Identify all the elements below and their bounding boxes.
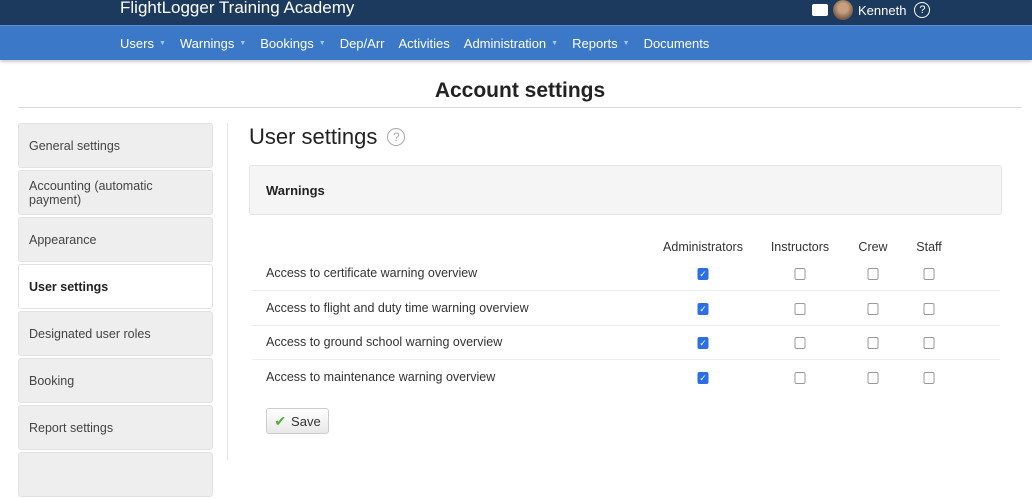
checkbox-staff[interactable] (923, 302, 935, 315)
warnings-panel-header: Warnings (249, 165, 1002, 215)
caret-down-icon: ▼ (551, 39, 559, 47)
checkbox-crew[interactable] (867, 371, 879, 384)
section-title: User settings? (249, 124, 406, 150)
caret-down-icon: ▼ (318, 39, 326, 47)
nav-label: Administration (463, 35, 547, 51)
nav-item-bookings[interactable]: Bookings ▼ (260, 36, 325, 51)
table-row: Access to ground school warning overview… (252, 326, 1000, 360)
help-icon[interactable]: ? (914, 2, 931, 18)
table-row: Access to maintenance warning overview ✓ (252, 361, 1000, 395)
nav-item-activities[interactable]: Activities (398, 36, 449, 51)
sidebar-item-report-settings[interactable]: Report settings (18, 405, 213, 450)
checkbox-crew[interactable] (867, 268, 879, 280)
caret-down-icon: ▼ (158, 39, 166, 47)
permission-label: Access to ground school warning overview (266, 335, 503, 349)
mail-icon[interactable] (812, 4, 828, 16)
sidebar-item-general-settings[interactable]: General settings (18, 123, 213, 168)
table-row: Access to flight and duty time warning o… (252, 292, 1000, 326)
table-row: Access to certificate warning overview ✓ (252, 257, 1000, 291)
avatar[interactable] (833, 0, 853, 20)
column-header: Crew (858, 240, 888, 254)
main-nav: Users ▼ Warnings ▼ Bookings ▼ Dep/Arr Activitie… (0, 25, 1032, 60)
nav-item-warnings[interactable]: Warnings ▼ (180, 36, 246, 51)
top-bar: FlightLogger Training Academy Kenneth ? (0, 0, 1032, 25)
sidebar-item-accounting-automatic-payment-[interactable]: Accounting (automatic payment) (18, 170, 213, 215)
permission-label: Access to flight and duty time warning o… (266, 300, 529, 315)
user-area: Kenneth ? (812, 0, 931, 20)
caret-down-icon: ▼ (622, 39, 630, 47)
checkbox-instructors[interactable] (794, 268, 806, 280)
user-name[interactable]: Kenneth (858, 3, 906, 18)
nav-label: Users (120, 35, 154, 51)
help-icon[interactable]: ? (387, 128, 406, 146)
caret-down-icon: ▼ (239, 39, 247, 47)
nav-item-administration[interactable]: Administration ▼ (464, 36, 558, 51)
sidebar: General settings Accounting (automatic pa… (18, 123, 213, 499)
checkbox-administrators[interactable]: ✓ (697, 268, 709, 280)
section-title-text: User settings (249, 124, 378, 149)
column-header: Instructors (770, 240, 830, 254)
save-label: Save (291, 413, 321, 429)
divider (227, 123, 228, 460)
nav-label: Reports (572, 35, 618, 51)
sidebar-item-booking[interactable]: Booking (18, 358, 213, 403)
permission-label: Access to maintenance warning overview (266, 369, 496, 384)
divider (18, 107, 1022, 108)
column-header: Staff (916, 240, 942, 254)
checkbox-administrators[interactable]: ✓ (697, 302, 709, 315)
column-header: Administrators (663, 240, 743, 254)
checkbox-administrators[interactable]: ✓ (697, 371, 709, 384)
nav-label: Activities (398, 35, 450, 51)
checkbox-instructors[interactable] (794, 371, 806, 384)
page-title: Account settings (434, 79, 606, 102)
nav-label: Warnings (179, 35, 235, 51)
checkbox-staff[interactable] (923, 371, 935, 384)
sidebar-item-designated-user-roles[interactable]: Designated user roles (18, 311, 213, 356)
checkbox-instructors[interactable] (794, 302, 806, 315)
permission-label: Access to certificate warning overview (266, 266, 478, 280)
nav-item-dep-arr[interactable]: Dep/Arr (340, 36, 385, 51)
save-button[interactable]: ✔ Save (266, 408, 329, 434)
sidebar-item-user-settings[interactable]: User settings (18, 264, 213, 309)
brand-title[interactable]: FlightLogger Training Academy (120, 0, 354, 18)
checkbox-instructors[interactable] (794, 337, 806, 349)
nav-item-reports[interactable]: Reports ▼ (572, 36, 629, 51)
nav-label: Bookings (260, 35, 314, 51)
nav-item-users[interactable]: Users ▼ (120, 36, 166, 51)
checkmark-icon: ✔ (274, 412, 287, 429)
checkbox-crew[interactable] (867, 337, 879, 349)
nav-label: Documents (643, 35, 710, 51)
sidebar-item-appearance[interactable]: Appearance (18, 217, 213, 262)
checkbox-staff[interactable] (923, 337, 935, 349)
nav-label: Dep/Arr (339, 35, 385, 51)
checkbox-staff[interactable] (923, 268, 935, 280)
checkbox-crew[interactable] (867, 302, 879, 315)
checkbox-administrators[interactable]: ✓ (697, 337, 709, 349)
sidebar-item-more[interactable] (18, 452, 213, 497)
nav-item-documents[interactable]: Documents (644, 36, 710, 51)
